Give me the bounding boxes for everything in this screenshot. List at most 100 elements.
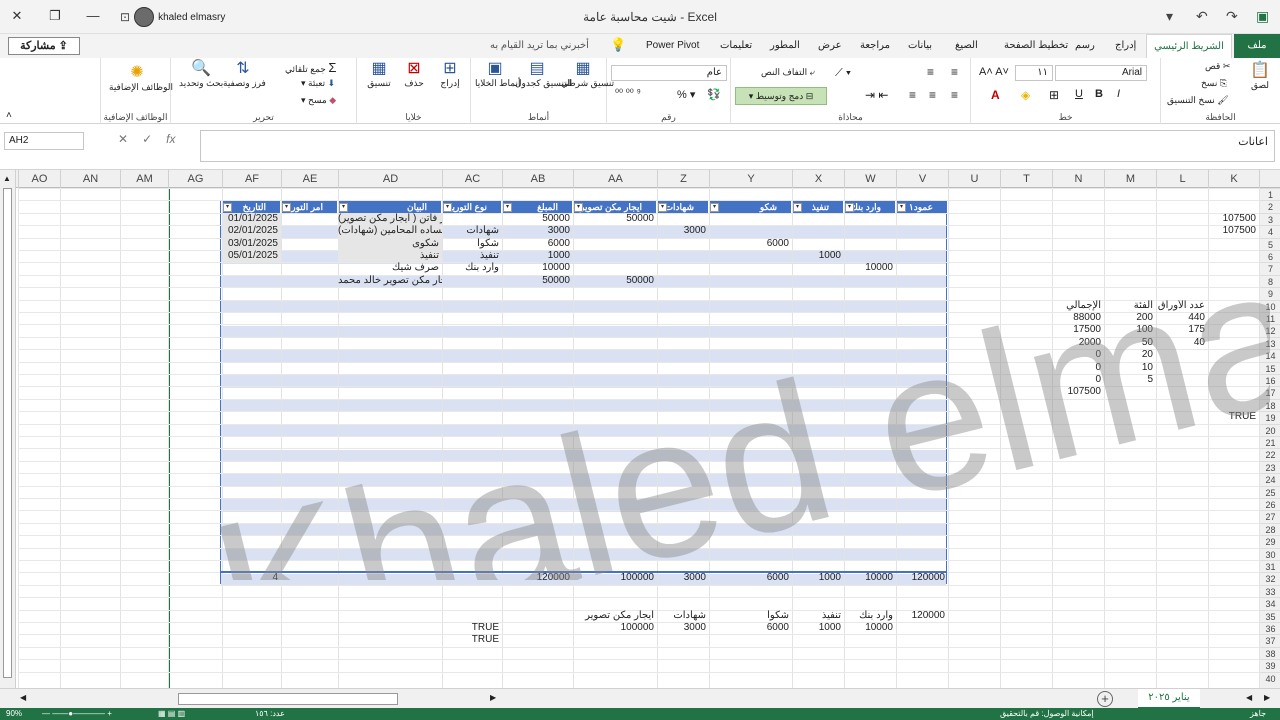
horizontal-scroll-thumb[interactable] (178, 693, 398, 705)
font-size-combo[interactable]: ١١ (1015, 65, 1053, 81)
filter-dropdown-icon[interactable]: ▾ (443, 203, 452, 212)
insert-function-icon[interactable]: fx (166, 132, 175, 150)
filter-dropdown-icon[interactable]: ▾ (658, 203, 667, 212)
right-block-cell[interactable]: 100 (1104, 324, 1156, 336)
font-color-icon[interactable]: A (991, 88, 1000, 102)
zoom-level[interactable]: 90% (6, 708, 22, 720)
delete-cells-button[interactable]: ⊠ حذف (399, 60, 429, 89)
row-header[interactable]: 12 (1260, 324, 1280, 336)
undo-icon[interactable]: ↶ (1196, 8, 1208, 25)
total-cell[interactable]: 120000 (502, 572, 573, 584)
cell-true[interactable]: TRUE (442, 634, 502, 646)
indent-icon[interactable]: ⇥ ⇤ (865, 88, 888, 102)
scroll-left-icon[interactable]: ◀ (20, 693, 26, 702)
filter-dropdown-icon[interactable]: ▾ (223, 203, 232, 212)
column-header[interactable]: AO (18, 170, 60, 188)
row-header[interactable]: 35 (1260, 609, 1280, 622)
view-normal-icon[interactable]: ▦ ▤ ▥ (158, 708, 185, 720)
tab-formulas[interactable]: الصيغ (955, 40, 978, 51)
table-cell[interactable]: 1000 (792, 250, 844, 262)
row-header[interactable]: 27 (1260, 510, 1280, 522)
summary-value[interactable]: 3000 (657, 622, 709, 634)
row-header[interactable]: 28 (1260, 522, 1280, 535)
column-header[interactable]: AC (442, 170, 502, 188)
column-header[interactable]: AG (168, 170, 222, 188)
cut-button[interactable]: قص ✂ (1205, 61, 1230, 72)
column-header[interactable]: K (1208, 170, 1259, 188)
row-header[interactable]: 16 (1260, 374, 1280, 386)
table-cell[interactable]: شكوى (338, 237, 442, 250)
autosum-button[interactable]: جمع تلقائي Σ (285, 60, 336, 75)
table-cell[interactable]: شكوا (442, 238, 502, 250)
column-header[interactable]: N (1052, 170, 1104, 188)
row-header[interactable]: 40 (1260, 671, 1280, 684)
column-header[interactable]: AN (60, 170, 120, 188)
sort-filter-button[interactable]: ⇅ فرز وتصفية (223, 60, 266, 89)
filter-dropdown-icon[interactable]: ▾ (897, 203, 906, 212)
right-block-cell[interactable]: 88000 (1052, 312, 1104, 324)
tell-me-input[interactable]: أخبرني بما تريد القيام به (490, 40, 589, 51)
column-header[interactable]: M (1104, 170, 1156, 188)
vertical-scrollbar[interactable]: ▲ (0, 170, 16, 688)
right-block-cell[interactable]: 0 (1052, 362, 1104, 374)
total-cell[interactable]: 4 (222, 572, 281, 584)
row-header[interactable]: 17 (1260, 386, 1280, 398)
column-header[interactable]: V (896, 170, 948, 188)
summary-label[interactable]: شهادات (657, 610, 709, 622)
right-block-cell[interactable]: 2000 (1052, 337, 1104, 349)
row-header[interactable]: 30 (1260, 547, 1280, 560)
align-center-icon[interactable]: ≡ (929, 88, 936, 102)
row-header[interactable]: 15 (1260, 361, 1280, 374)
right-block-cell[interactable]: 17500 (1052, 324, 1104, 336)
summary-total[interactable]: 120000 (896, 610, 948, 622)
table-cell[interactable]: 3000 (502, 225, 573, 237)
column-header[interactable]: AM (120, 170, 168, 188)
row-header[interactable]: 18 (1260, 398, 1280, 411)
table-cell[interactable]: 6000 (709, 238, 792, 250)
row-header[interactable]: 37 (1260, 634, 1280, 646)
name-box[interactable]: AH2 (4, 132, 84, 150)
table-cell[interactable]: صرف شيك (338, 262, 442, 274)
tab-help[interactable]: تعليمات (720, 40, 752, 51)
cell-styles-button[interactable]: ▣ أنماط الخلايا (475, 60, 520, 89)
row-header[interactable]: 13 (1260, 336, 1280, 349)
column-header[interactable]: AB (502, 170, 573, 188)
copy-button[interactable]: نسخ ⎘ (1201, 78, 1227, 89)
italic-button[interactable]: I (1117, 88, 1120, 100)
cell-true[interactable]: TRUE (442, 622, 502, 634)
filter-dropdown-icon[interactable]: ▾ (845, 203, 854, 212)
header-count[interactable]: عدد الأوراق (1156, 300, 1208, 312)
share-button[interactable]: مشاركة ⇪ (8, 37, 80, 55)
row-header[interactable]: 5 (1260, 237, 1280, 250)
total-cell[interactable]: 1000 (792, 572, 844, 584)
orientation-icon[interactable]: ⟋ ▾ (835, 67, 851, 80)
column-header[interactable]: L (1156, 170, 1208, 188)
row-header[interactable]: 14 (1260, 349, 1280, 361)
tab-power-pivot[interactable]: Power Pivot (646, 40, 699, 51)
table-cell[interactable]: تنفيذ (442, 250, 502, 262)
column-header[interactable]: AF (222, 170, 281, 188)
cancel-icon[interactable]: ✕ (118, 132, 128, 150)
zoom-slider[interactable]: — ——●———— + (42, 708, 112, 720)
row-header[interactable]: 6 (1260, 250, 1280, 262)
right-block-cell[interactable]: 0 (1052, 374, 1104, 386)
row-header[interactable]: 26 (1260, 498, 1280, 510)
right-block-cell[interactable]: 5 (1104, 374, 1156, 386)
summary-label[interactable]: وارد بنك (844, 610, 896, 622)
table-cell[interactable]: 50000 (502, 275, 573, 287)
column-header[interactable]: Y (709, 170, 792, 188)
right-block-cell[interactable]: 440 (1156, 312, 1208, 324)
font-grow-icon[interactable]: A˄ A˅ (979, 66, 1009, 78)
table-cell[interactable]: 10000 (844, 262, 896, 274)
row-header[interactable]: 33 (1260, 584, 1280, 597)
user-account[interactable]: ⊡ khaled elmasry (120, 6, 225, 28)
total-cell[interactable]: 3000 (657, 572, 709, 584)
tab-home[interactable]: الشريط الرئيسي (1146, 34, 1232, 58)
cell-k4[interactable]: 107500 (1208, 225, 1259, 237)
header-category[interactable]: الفئة (1104, 300, 1156, 312)
column-header[interactable]: X (792, 170, 844, 188)
align-right-icon[interactable]: ≡ (909, 88, 916, 102)
table-cell[interactable]: ايجار مكن تصوير خالد محمد (338, 275, 442, 287)
sheet-tab[interactable]: يناير ٢٠٢٥ (1138, 689, 1200, 709)
row-header[interactable]: 10 (1260, 299, 1280, 312)
